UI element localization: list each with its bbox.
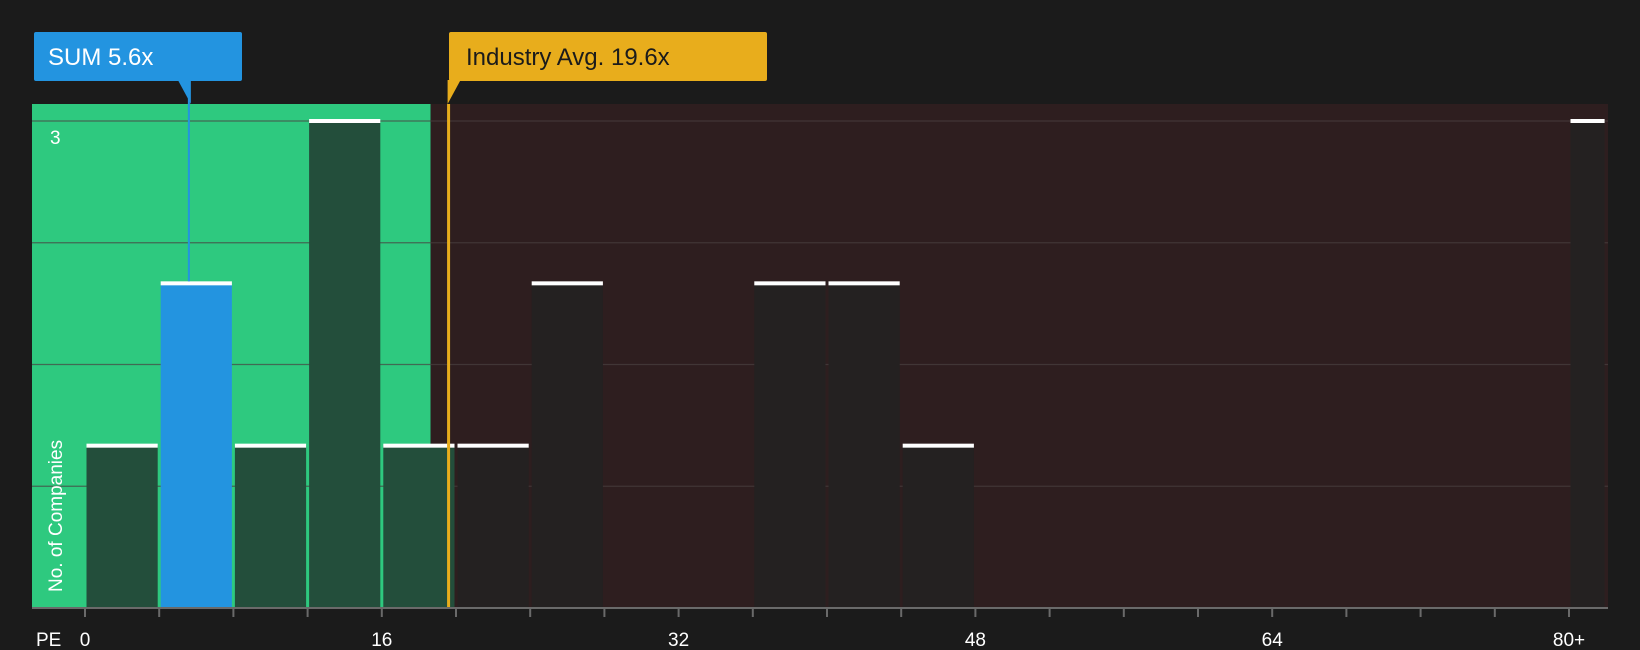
x-axis-tick-label: 64 bbox=[1262, 630, 1284, 650]
histogram-bar-cap bbox=[1570, 119, 1605, 123]
pe-histogram-chart: 0 16 32 48 64 80+ PE 3 No. of Companies SUM 5.6x… bbox=[32, 32, 1609, 650]
histogram-bar-cap bbox=[383, 443, 455, 448]
histogram-bar bbox=[457, 445, 529, 608]
x-axis-tick-label: 32 bbox=[668, 630, 689, 650]
industry-callout-label: Industry Avg. 19.6x bbox=[466, 44, 670, 71]
histogram-bar bbox=[234, 445, 307, 608]
histogram-bar bbox=[828, 283, 900, 608]
x-axis-tick-label: 48 bbox=[965, 630, 986, 650]
histogram-bar bbox=[902, 445, 974, 608]
x-axis-tick-label: 0 bbox=[80, 630, 91, 650]
histogram-bar bbox=[383, 445, 455, 608]
histogram-bar-cap bbox=[309, 119, 381, 123]
x-axis-tick-label: 16 bbox=[371, 630, 392, 650]
histogram-bar bbox=[531, 283, 603, 608]
histogram-bar-cap bbox=[531, 281, 603, 286]
histogram-bar-cap bbox=[234, 443, 307, 448]
x-axis-tick-label: 80+ bbox=[1553, 630, 1585, 650]
histogram-bar-cap bbox=[902, 443, 974, 448]
histogram-bar bbox=[160, 283, 232, 608]
histogram-bar bbox=[309, 121, 381, 608]
y-axis-tick-label: 3 bbox=[50, 128, 61, 149]
overvalued-zone bbox=[430, 104, 1609, 608]
histogram-bar-cap bbox=[754, 281, 826, 286]
histogram-bar-cap bbox=[86, 443, 158, 448]
company-callout-label: SUM 5.6x bbox=[48, 44, 153, 71]
histogram-bar-cap bbox=[457, 443, 529, 448]
industry-callout-pointer bbox=[447, 80, 461, 104]
x-axis-label: PE bbox=[36, 630, 61, 650]
company-callout-pointer bbox=[177, 80, 191, 104]
histogram-bar bbox=[754, 283, 826, 608]
y-axis-label: No. of Companies bbox=[46, 440, 67, 592]
histogram-bar-cap bbox=[160, 281, 232, 286]
histogram-bar bbox=[1570, 121, 1605, 608]
histogram-bar-cap bbox=[828, 281, 900, 286]
histogram-bar bbox=[86, 445, 158, 608]
